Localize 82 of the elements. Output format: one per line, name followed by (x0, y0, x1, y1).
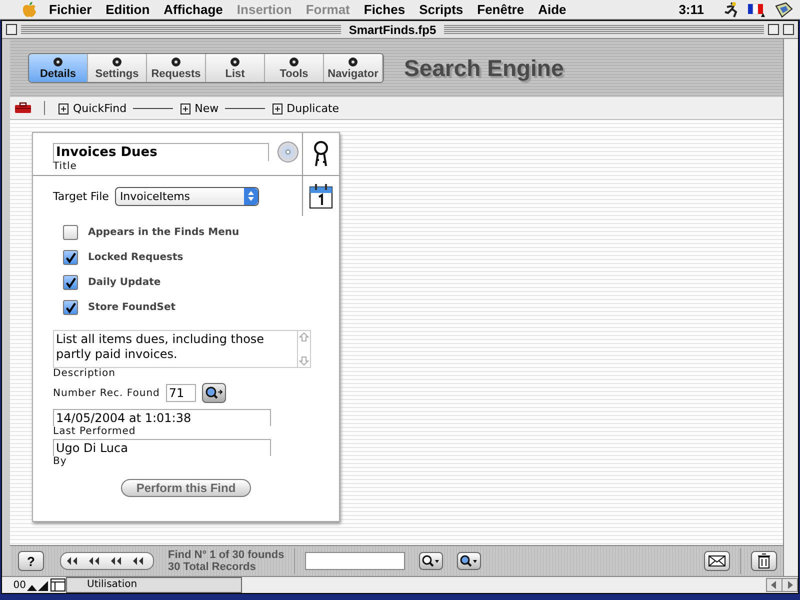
menu-item[interactable]: Fenêtre (477, 2, 524, 17)
layout-icon[interactable] (50, 578, 66, 592)
keys-icon[interactable] (311, 140, 331, 168)
menu-item[interactable]: Fichier (49, 2, 92, 17)
target-file-select[interactable]: InvoiceItems (114, 186, 259, 206)
scroll-arrows-icon[interactable] (766, 578, 798, 592)
runner-icon[interactable] (722, 0, 740, 18)
menu-item[interactable]: Aide (538, 2, 566, 17)
magnifier-icon (459, 554, 480, 568)
disc-icon[interactable] (277, 141, 299, 163)
menu-item[interactable]: Edition (106, 2, 150, 17)
toolbar-button[interactable]: Duplicate (270, 102, 340, 114)
field-label: Title (53, 161, 78, 172)
magnifier-icon (204, 386, 224, 400)
tab-icon (229, 56, 241, 68)
tab[interactable]: Navigator (324, 54, 383, 82)
zoom-level[interactable]: 00 (2, 580, 26, 590)
tab-icon (52, 56, 64, 68)
toolbar-button[interactable]: New (178, 102, 219, 114)
record-navigator[interactable] (60, 552, 154, 570)
checkbox[interactable] (63, 275, 78, 290)
toolbox-icon[interactable] (14, 102, 32, 114)
vertical-scrollbar[interactable] (783, 39, 798, 576)
field-label: By (53, 456, 68, 467)
tab[interactable]: Tools (265, 54, 324, 82)
checkbox[interactable] (63, 300, 78, 315)
checkbox-label: Daily Update (88, 277, 161, 288)
flag-icon[interactable] (746, 2, 768, 18)
trash-icon (757, 553, 771, 569)
field-label: Description (53, 368, 116, 379)
help-button[interactable]: ? (18, 551, 44, 571)
title-field[interactable]: Invoices Dues (53, 143, 269, 161)
tab-icon (170, 56, 182, 68)
check-icon (64, 276, 77, 290)
checkbox[interactable] (63, 250, 78, 265)
perform-find-button[interactable]: Perform this Find (121, 479, 251, 497)
status-text: Find N° 1 of 30 founds (168, 549, 284, 561)
collapse-box[interactable] (783, 24, 794, 35)
envelope-icon (708, 555, 726, 567)
checkbox-label: Appears in the Finds Menu (88, 227, 240, 238)
field-label: Target File (53, 190, 109, 202)
search-button[interactable] (202, 383, 226, 403)
check-icon (64, 300, 77, 314)
check-icon (64, 250, 77, 264)
tab-icon (111, 56, 123, 68)
tab[interactable]: Details (29, 54, 88, 82)
field-label: Number Rec. Found (53, 388, 160, 398)
calendar-icon[interactable] (308, 182, 334, 210)
find-menu-button[interactable] (457, 552, 482, 570)
window-title: SmartFinds.fp5 (348, 22, 438, 36)
app-icon[interactable] (774, 0, 794, 18)
tab[interactable]: Settings (88, 54, 147, 82)
close-box[interactable] (6, 24, 17, 35)
clock: 3:11 (678, 2, 704, 17)
mail-button[interactable] (704, 551, 730, 571)
menu-item[interactable]: Fiches (364, 2, 406, 17)
magnifier-icon (421, 554, 442, 568)
menu-item[interactable]: Affichage (164, 2, 223, 17)
status-text: 30 Total Records (168, 561, 257, 573)
tab[interactable]: List (206, 54, 265, 82)
plus-icon (178, 102, 192, 114)
tab-icon (347, 56, 359, 68)
tab[interactable]: Requests (147, 54, 206, 82)
search-field[interactable] (305, 552, 406, 570)
trash-button[interactable] (751, 551, 777, 571)
plus-icon (57, 102, 70, 114)
plus-icon (270, 102, 284, 114)
field-label: Last Performed (53, 426, 137, 437)
last-performed-field[interactable]: 14/05/2004 at 1:01:38 (53, 409, 271, 426)
find-menu-button[interactable] (419, 552, 444, 570)
records-found-field[interactable]: 71 (166, 384, 196, 402)
checkbox-label: Locked Requests (88, 252, 184, 263)
mode-menu[interactable]: Utilisation (66, 577, 242, 593)
toolbar-button[interactable]: QuickFind (57, 102, 127, 114)
author-field[interactable]: Ugo Di Luca (53, 439, 271, 456)
menu-item[interactable]: Scripts (419, 2, 464, 17)
zoom-box[interactable] (768, 24, 780, 35)
checkbox[interactable] (63, 225, 78, 240)
updown-arrows-icon (246, 190, 255, 202)
checkbox-label: Store FoundSet (88, 302, 176, 313)
tab-icon (288, 56, 300, 68)
header-title: Search Engine (404, 54, 564, 82)
